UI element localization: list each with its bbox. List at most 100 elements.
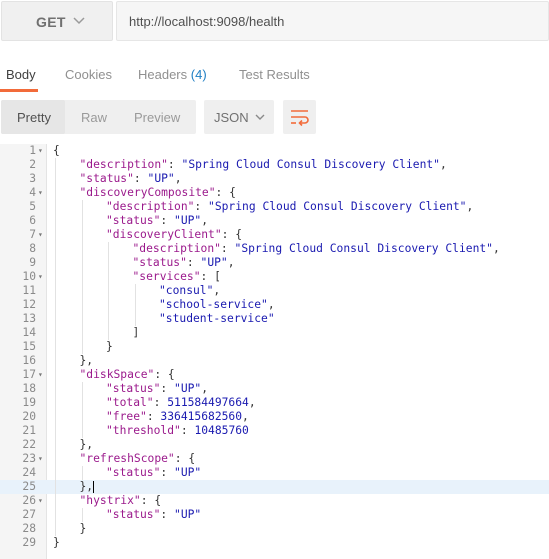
- code-token: }: [79, 522, 87, 535]
- code-token: ,: [213, 284, 221, 297]
- code-text: "status": "UP": [106, 508, 201, 522]
- fold-toggle-icon[interactable]: ▾: [38, 186, 46, 200]
- line-number: 4: [29, 186, 36, 199]
- code-token: "student-service": [159, 312, 275, 325]
- wrap-lines-button[interactable]: [283, 100, 316, 134]
- indent-guide: [108, 242, 109, 340]
- code-line: 1 ▾ {: [0, 144, 549, 158]
- code-token: "status": [106, 214, 161, 227]
- code-token: "status": [106, 382, 161, 395]
- active-tab-indicator: [0, 89, 38, 92]
- code-token: "discoveryClient": [106, 228, 222, 241]
- line-number: 1: [29, 144, 36, 157]
- code-text: },: [80, 438, 94, 452]
- response-body-editor[interactable]: 1 ▾{2 "description": "Spring Cloud Consul …: [0, 144, 549, 559]
- code-text: }: [53, 536, 60, 550]
- code-line: 23 ▾ "refreshScope": {: [0, 452, 549, 466]
- code-token: }: [53, 536, 60, 549]
- fold-toggle-icon[interactable]: ▾: [38, 270, 46, 284]
- line-number: 29: [22, 536, 36, 549]
- code-line: 26 ▾ "hystrix": {: [0, 494, 549, 508]
- line-number: 12: [22, 298, 36, 311]
- code-token: }: [106, 340, 113, 353]
- code-text: "description": "Spring Cloud Consul Disc…: [133, 242, 500, 256]
- line-number: 15: [22, 340, 36, 353]
- indent-guide: [134, 284, 136, 326]
- line-number: 18: [22, 382, 36, 395]
- code-token: :: [133, 172, 148, 185]
- code-line: 16},: [0, 354, 549, 368]
- code-line: 29}: [0, 536, 549, 550]
- code-text: "status": "UP",: [80, 172, 182, 186]
- code-token: {: [53, 144, 60, 157]
- method-dropdown[interactable]: GET: [1, 1, 113, 41]
- code-text: "total": 511584497664,: [106, 396, 256, 410]
- code-token: "UP": [174, 214, 202, 227]
- tab-headers[interactable]: Headers (4): [138, 67, 207, 82]
- code-token: ,: [174, 172, 182, 185]
- line-number: 25: [22, 480, 36, 493]
- line-number: 6: [29, 214, 36, 227]
- code-token: "UP": [174, 466, 202, 479]
- indent-guide: [81, 508, 83, 522]
- code-text: "diskSpace": {: [80, 368, 175, 382]
- code-token: : [: [200, 270, 221, 283]
- tab-headers-label: Headers: [138, 67, 188, 82]
- code-text: "description": "Spring Cloud Consul Disc…: [106, 200, 473, 214]
- code-line: 25},: [0, 480, 549, 494]
- code-line: 28}: [0, 522, 549, 536]
- code-token: "free": [106, 410, 147, 423]
- pretty-button[interactable]: Pretty: [17, 110, 51, 125]
- code-token: "status": [106, 508, 161, 521]
- code-text: },: [80, 480, 95, 494]
- code-token: },: [79, 438, 94, 451]
- line-number: 20: [22, 410, 36, 423]
- format-dropdown[interactable]: JSON: [204, 100, 274, 134]
- tab-cookies[interactable]: Cookies: [65, 67, 112, 82]
- tab-test-results[interactable]: Test Results: [239, 67, 310, 82]
- chevron-down-icon: [255, 114, 265, 120]
- code-text: },: [80, 354, 94, 368]
- code-text: "services": [: [133, 270, 221, 284]
- code-token: :: [160, 508, 175, 521]
- code-token: "description": [79, 158, 168, 171]
- fold-toggle-icon[interactable]: ▾: [38, 228, 46, 242]
- code-text: "refreshScope": {: [80, 452, 196, 466]
- tab-body[interactable]: Body: [6, 67, 36, 82]
- raw-button[interactable]: Raw: [81, 110, 107, 125]
- line-number: 17: [22, 368, 36, 381]
- indent-guide: [81, 382, 83, 438]
- indent-guide: [81, 466, 83, 480]
- line-number: 19: [22, 396, 36, 409]
- fold-toggle-icon[interactable]: ▾: [38, 368, 46, 382]
- code-line: 4 ▾ "discoveryComposite": {: [0, 186, 549, 200]
- code-token: ,: [227, 256, 235, 269]
- fold-toggle-icon[interactable]: ▾: [38, 494, 46, 508]
- code-token: "status": [106, 466, 161, 479]
- code-text: "status": "UP",: [106, 214, 208, 228]
- line-number: 9: [29, 256, 36, 269]
- code-token: "consul": [159, 284, 214, 297]
- code-token: "Spring Cloud Consul Discovery Client": [208, 200, 467, 213]
- indent-guide: [55, 158, 56, 536]
- code-text: "free": 336415682560,: [106, 410, 249, 424]
- line-number: 10: [22, 270, 36, 283]
- code-text: "consul",: [159, 284, 220, 298]
- code-text: "status": "UP",: [106, 382, 208, 396]
- code-token: "discoveryComposite": [79, 186, 216, 199]
- fold-toggle-icon[interactable]: ▾: [38, 144, 46, 158]
- code-token: ,: [439, 158, 447, 171]
- code-text: {: [53, 144, 60, 158]
- code-text: "discoveryComposite": {: [80, 186, 236, 200]
- code-text: "student-service": [159, 312, 275, 326]
- line-number: 11: [22, 284, 36, 297]
- code-token: },: [79, 480, 94, 493]
- preview-button[interactable]: Preview: [134, 110, 180, 125]
- code-token: "description": [132, 242, 221, 255]
- fold-toggle-icon[interactable]: ▾: [38, 452, 46, 466]
- code-token: : {: [174, 452, 196, 465]
- url-input[interactable]: http://localhost:9098/health: [116, 1, 549, 41]
- line-number: 23: [22, 452, 36, 465]
- line-number: 14: [22, 326, 36, 339]
- code-token: "threshold": [106, 424, 181, 437]
